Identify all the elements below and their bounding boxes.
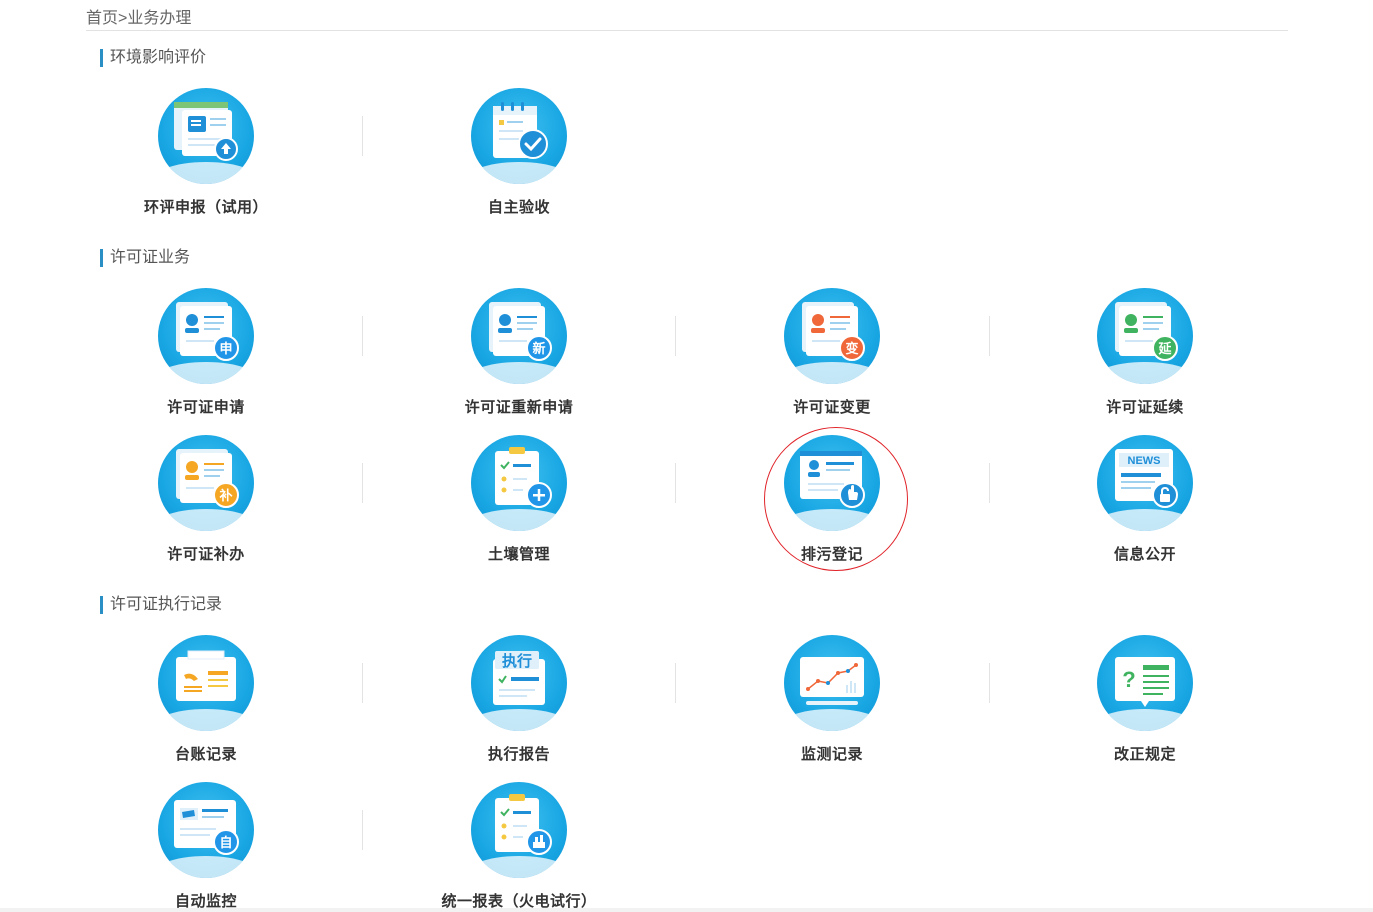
soil-management-icon [471, 435, 567, 531]
mark-text: ? [1122, 667, 1135, 692]
service-permit-reissue[interactable]: 补 许可证补办 [106, 435, 306, 564]
service-label: 自主验收 [487, 199, 550, 216]
divider [362, 810, 363, 850]
service-ledger-record[interactable]: 台账记录 [106, 635, 306, 764]
divider [989, 316, 990, 356]
service-soil-management[interactable]: 土壤管理 [419, 435, 619, 564]
permit-apply-icon: 申 [158, 288, 254, 384]
badge-text: 补 [218, 488, 232, 503]
bottom-bar [0, 908, 1373, 912]
service-label: 许可证变更 [793, 399, 871, 416]
service-permit-renew[interactable]: 延 许可证延续 [1045, 288, 1245, 417]
service-label: 许可证补办 [167, 546, 245, 563]
divider [675, 463, 676, 503]
ledger-record-icon [158, 635, 254, 731]
service-unified-report[interactable]: 统一报表（火电试行） [419, 782, 619, 911]
service-correction-rules[interactable]: ? 改正规定 [1045, 635, 1245, 764]
divider [362, 316, 363, 356]
badge-text: 自 [219, 835, 232, 850]
service-label: 台账记录 [174, 746, 237, 763]
section-title-permit: 许可证业务 [100, 249, 190, 267]
self-acceptance-icon [471, 88, 567, 184]
service-label: 信息公开 [1113, 546, 1176, 563]
service-permit-apply[interactable]: 申 许可证申请 [106, 288, 306, 417]
service-label: 环评申报（试用） [143, 199, 268, 216]
service-auto-monitoring[interactable]: 自 自动监控 [106, 782, 306, 911]
monitoring-record-icon [784, 635, 880, 731]
service-monitoring-record[interactable]: 监测记录 [732, 635, 932, 764]
divider [989, 463, 990, 503]
divider [675, 316, 676, 356]
info-disclosure-icon: NEWS [1097, 435, 1193, 531]
permit-reissue-icon: 补 [158, 435, 254, 531]
service-label: 执行报告 [487, 746, 550, 763]
divider [675, 663, 676, 703]
service-execution-report[interactable]: 执行 执行报告 [419, 635, 619, 764]
service-permit-change[interactable]: 变 许可证变更 [732, 288, 932, 417]
badge-text: 变 [845, 341, 858, 356]
discharge-registration-icon [784, 435, 880, 531]
badge-text: 新 [532, 341, 545, 356]
service-discharge-registration[interactable]: 排污登记 [732, 435, 932, 564]
divider [362, 116, 363, 156]
service-info-disclosure[interactable]: NEWS 信息公开 [1045, 435, 1245, 564]
badge-text: 延 [1157, 341, 1172, 356]
service-eia-report[interactable]: 环评申报（试用） [106, 88, 306, 217]
tag-text: 执行 [502, 652, 532, 670]
section-title-eia: 环境影响评价 [100, 49, 206, 67]
service-label: 许可证申请 [167, 399, 245, 416]
divider [362, 663, 363, 703]
badge-text: 申 [219, 341, 232, 356]
unified-report-icon [471, 782, 567, 878]
auto-monitoring-icon: 自 [158, 782, 254, 878]
correction-rules-icon: ? [1097, 635, 1193, 731]
service-label: 许可证延续 [1106, 399, 1184, 416]
header-divider [86, 30, 1288, 31]
permit-reapply-icon: 新 [471, 288, 567, 384]
service-label: 排污登记 [800, 546, 863, 563]
service-label: 改正规定 [1113, 746, 1176, 763]
service-label: 监测记录 [800, 746, 863, 763]
service-label: 许可证重新申请 [464, 399, 574, 416]
execution-report-icon: 执行 [471, 635, 567, 731]
service-label: 土壤管理 [487, 546, 550, 563]
news-text: NEWS [1128, 455, 1161, 467]
breadcrumb[interactable]: 首页>业务办理 [86, 4, 191, 28]
permit-change-icon: 变 [784, 288, 880, 384]
service-permit-reapply[interactable]: 新 许可证重新申请 [419, 288, 619, 417]
divider [989, 663, 990, 703]
divider [362, 463, 363, 503]
section-title-record: 许可证执行记录 [100, 596, 222, 614]
service-self-acceptance[interactable]: 自主验收 [419, 88, 619, 217]
eia-report-icon [158, 88, 254, 184]
permit-renew-icon: 延 [1097, 288, 1193, 384]
